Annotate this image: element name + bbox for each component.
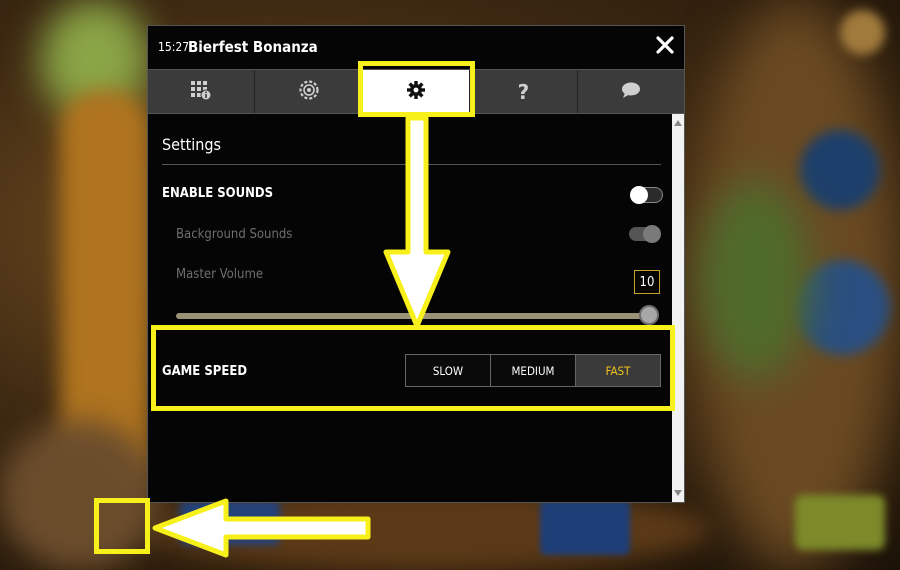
left-arrow: [152, 498, 371, 558]
annotation-arrows: [152, 115, 451, 558]
down-arrow: [383, 115, 451, 329]
